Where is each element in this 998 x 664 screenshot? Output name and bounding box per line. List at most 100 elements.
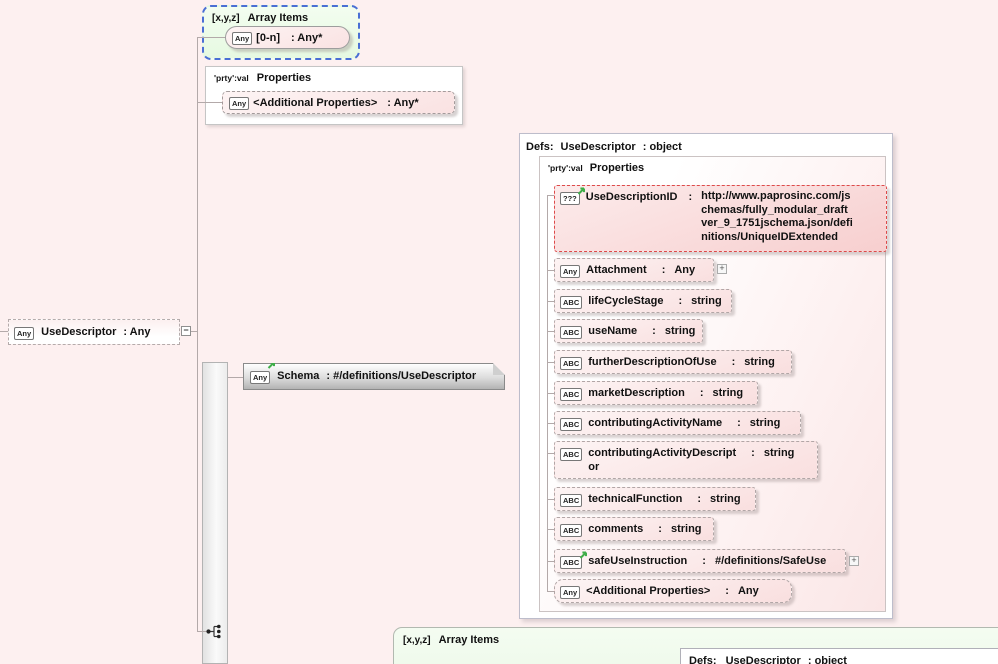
defs-properties-title: Properties [590,162,644,174]
properties-title: Properties [257,72,311,84]
any-type-badge: Any [232,32,252,45]
defs-usedescriptor-box-bottom[interactable]: Defs: UseDescriptor : object [680,648,998,664]
connector-line [197,102,223,103]
property-type: Any [738,584,759,598]
reference-arrow-icon [267,360,276,369]
any-type-badge: Any [560,265,580,278]
array-item-name: [0-n] [256,32,280,44]
property-safeuseinstruction[interactable]: ABC safeUseInstruction : #/definitions/S… [554,549,846,573]
compositor-bar [202,362,228,664]
any-type-badge: Any [229,97,249,110]
property-additional-properties[interactable]: Any <Additional Properties> : Any [554,579,792,603]
any-of-compositor-icon[interactable] [205,623,223,640]
defs-type: : object [808,655,847,664]
expand-button[interactable]: + [717,264,727,274]
colon-separator: : [725,584,729,598]
array-item-node[interactable]: Any [0-n] : Any* [225,26,350,49]
defs-name: UseDescriptor [561,141,636,153]
any-type-badge: Any [560,586,580,599]
additional-properties-type: : Any* [387,97,418,109]
property-contributingactivitydescriptor[interactable]: ABC contributingActivityDescript or : st… [554,441,818,479]
schema-node-type: : #/definitions/UseDescriptor [326,364,476,389]
defs-header: Defs: UseDescriptor : object [520,134,892,153]
property-name: contributingActivityDescript or [588,446,736,474]
property-type: string [710,492,741,506]
property-type: string [713,386,744,400]
dogear-fold [493,363,505,375]
property-type: #/definitions/SafeUse [715,554,826,568]
property-name: useName [588,324,637,338]
defs-prefix: Defs: [689,655,717,664]
property-name: contributingActivityName [588,416,722,430]
array-item-type: : Any* [291,32,322,44]
root-node-usedescriptor[interactable]: Any UseDescriptor : Any [8,319,180,345]
property-usedescriptionid[interactable]: ??? UseDescriptionID : http://www.papros… [554,185,887,252]
defs-properties-header: 'prty':val Properties [540,157,885,174]
properties-kind-icon: 'prty':val [548,163,583,173]
connector-line [547,195,554,196]
property-type: string [665,324,696,338]
colon-separator: : [700,386,704,400]
connector-line [547,561,554,562]
connector-line [197,37,198,632]
array-items-header: [x,y,z] Array Items [212,12,350,24]
string-type-badge: ABC [560,357,582,370]
string-type-badge: ABC [560,388,582,401]
colon-separator: : [737,416,741,430]
property-name: furtherDescriptionOfUse [588,355,716,369]
defs-prefix: Defs: [526,141,554,153]
json-schema-design-canvas: [x,y,z] Array Items Any [0-n] : Any* 'pr… [0,0,998,664]
string-type-badge: ABC [560,418,582,431]
connector-line [547,499,554,500]
connector-line [197,37,226,38]
connector-line [191,331,197,332]
connector-line [547,529,554,530]
colon-separator: : [702,554,706,568]
property-lifecyclestage[interactable]: ABC lifeCycleStage : string [554,289,732,313]
root-node-type: : Any [123,320,150,344]
property-name: comments [588,522,643,536]
reference-arrow-icon [579,550,588,559]
properties-kind-icon: 'prty':val [214,73,249,83]
property-name: lifeCycleStage [588,294,663,308]
schema-node-name: Schema [277,364,319,389]
additional-properties-node[interactable]: Any <Additional Properties> : Any* [222,91,455,114]
connector-line [547,423,554,424]
property-name: marketDescription [588,386,685,400]
property-type: string [750,416,781,430]
colon-separator: : [662,263,666,277]
properties-header: 'prty':val Properties [214,72,454,84]
property-name: Attachment [586,263,647,277]
colon-separator: : [688,190,692,204]
property-usename[interactable]: ABC useName : string [554,319,703,343]
property-attachment[interactable]: Any Attachment : Any [554,258,714,282]
defs-type: : object [643,141,682,153]
string-type-badge: ABC [560,296,582,309]
connector-line [0,331,8,332]
string-type-badge: ABC [560,524,582,537]
property-type: string [691,294,722,308]
array-kind-icon: [x,y,z] [212,13,240,24]
collapse-toggle-button[interactable]: − [181,326,191,336]
schema-reference-node[interactable]: Any Schema : #/definitions/UseDescriptor [243,363,505,390]
property-type: Any [674,263,695,277]
string-type-badge: ABC [560,448,582,461]
array-kind-icon: [x,y,z] [403,635,431,646]
property-marketdescription[interactable]: ABC marketDescription : string [554,381,758,405]
property-technicalfunction[interactable]: ABC technicalFunction : string [554,487,756,511]
colon-separator: : [658,522,662,536]
string-type-badge: ABC [560,326,582,339]
expand-button[interactable]: + [849,556,859,566]
property-name: safeUseInstruction [588,554,687,568]
root-node-name: UseDescriptor [41,320,116,344]
property-contributingactivityname[interactable]: ABC contributingActivityName : string [554,411,801,435]
property-furtherdescriptionofuse[interactable]: ABC furtherDescriptionOfUse : string [554,350,792,374]
array-items-box-bottom[interactable]: [x,y,z] Array Items Defs: UseDescriptor … [393,627,998,664]
property-name: technicalFunction [588,492,682,506]
property-comments[interactable]: ABC comments : string [554,517,714,541]
array-items-title: Array Items [248,12,309,24]
colon-separator: : [678,294,682,308]
defs-usedescriptor-box[interactable]: Defs: UseDescriptor : object 'prty':val … [519,133,893,619]
array-items-title: Array Items [439,634,500,646]
colon-separator: : [732,355,736,369]
